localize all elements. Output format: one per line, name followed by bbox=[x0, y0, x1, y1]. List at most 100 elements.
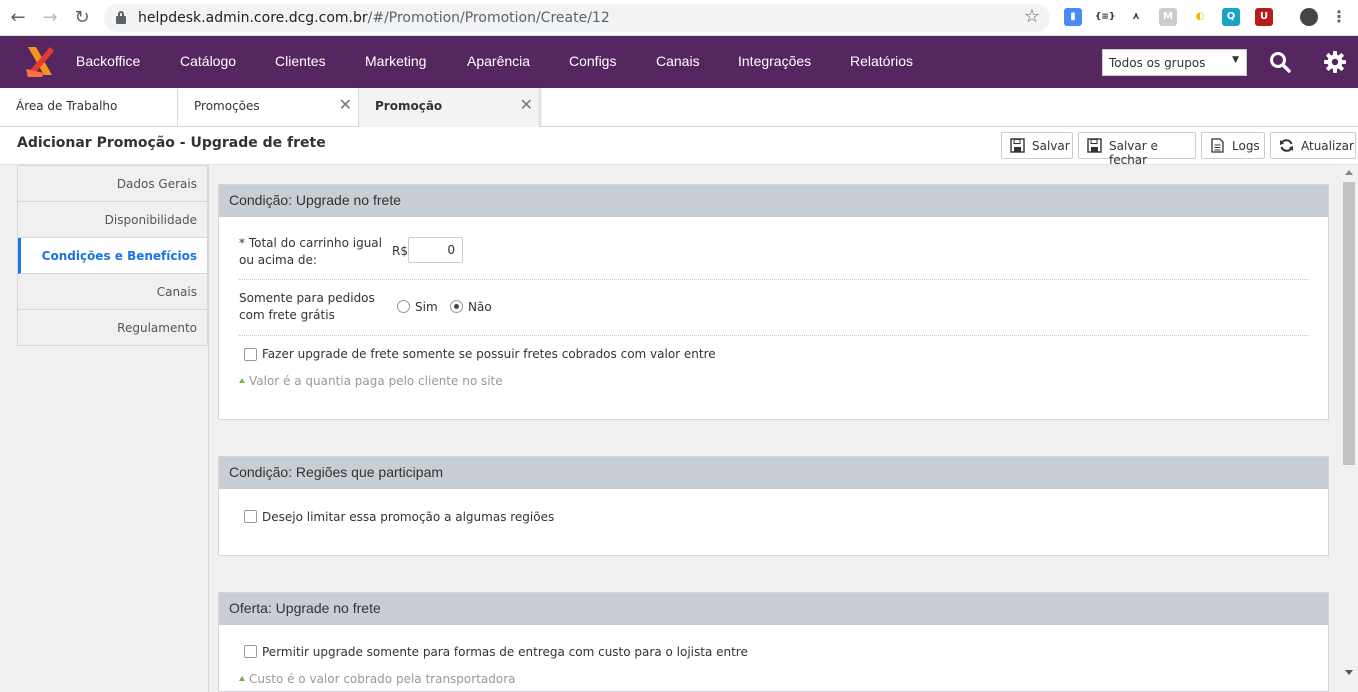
scrollbar-thumb[interactable] bbox=[1343, 182, 1355, 465]
extension-icon[interactable]: ▮ bbox=[1064, 8, 1082, 26]
free-shipping-yes-label: Sim bbox=[415, 300, 438, 314]
hint-text: Custo é o valor cobrado pela transportad… bbox=[239, 672, 516, 686]
nav-marketing[interactable]: Marketing bbox=[365, 53, 426, 69]
floppy-icon bbox=[1010, 138, 1025, 153]
menu-item-condicoes-e-beneficios[interactable]: Condições e Benefícios bbox=[18, 238, 207, 274]
menu-item-dados-gerais[interactable]: Dados Gerais bbox=[18, 166, 207, 202]
top-navigation: Backoffice Catálogo Clientes Marketing A… bbox=[0, 36, 1358, 88]
url-text: helpdesk.admin.core.dcg.com.br/#/Promoti… bbox=[138, 10, 610, 26]
refresh-icon bbox=[1280, 139, 1293, 152]
browser-toolbar: ← → ↻ helpdesk.admin.core.dcg.com.br/#/P… bbox=[0, 0, 1358, 36]
extension-icon[interactable]: Q bbox=[1222, 8, 1240, 26]
nav-backoffice[interactable]: Backoffice bbox=[76, 53, 140, 69]
divider bbox=[239, 279, 1309, 280]
gear-icon[interactable] bbox=[1323, 50, 1347, 74]
close-icon[interactable]: ✕ bbox=[520, 95, 533, 114]
close-icon[interactable]: ✕ bbox=[339, 95, 352, 114]
nav-integracoes[interactable]: Integrações bbox=[738, 53, 811, 69]
menu-icon[interactable]: ⋮ bbox=[1330, 8, 1348, 26]
nav-canais[interactable]: Canais bbox=[656, 53, 700, 69]
panel-title: Condição: Upgrade no frete bbox=[219, 185, 1328, 217]
main-content: Dados Gerais Disponibilidade Condições e… bbox=[0, 165, 1358, 692]
refresh-label: Atualizar bbox=[1301, 139, 1354, 153]
free-shipping-label-line1: Somente para pedidos bbox=[239, 291, 375, 305]
search-icon[interactable] bbox=[1269, 51, 1291, 73]
section-menu: Dados Gerais Disponibilidade Condições e… bbox=[17, 165, 208, 346]
save-and-close-label: Salvar e fechar bbox=[1109, 139, 1158, 167]
menu-item-disponibilidade[interactable]: Disponibilidade bbox=[18, 202, 207, 238]
nav-relatorios[interactable]: Relatórios bbox=[850, 53, 913, 69]
tab-area-de-trabalho[interactable]: Área de Trabalho bbox=[0, 88, 178, 127]
document-icon bbox=[1211, 138, 1224, 153]
hint-text: Valor é a quantia paga pelo cliente no s… bbox=[239, 374, 503, 388]
logs-button[interactable]: Logs bbox=[1201, 132, 1265, 159]
menu-item-regulamento[interactable]: Regulamento bbox=[18, 310, 207, 346]
free-shipping-label-line2: com frete grátis bbox=[239, 308, 335, 322]
floppy-icon bbox=[1087, 138, 1102, 153]
cart-total-label-line2: ou acima de: bbox=[239, 253, 317, 267]
logs-label: Logs bbox=[1232, 139, 1260, 153]
refresh-button[interactable]: Atualizar bbox=[1270, 132, 1356, 159]
forward-icon[interactable]: → bbox=[38, 6, 62, 30]
offer-shipping-upgrade-panel: Oferta: Upgrade no frete Permitir upgrad… bbox=[218, 592, 1329, 692]
avatar[interactable] bbox=[1300, 8, 1318, 26]
cart-total-label: * Total do carrinho igual ou acima de: bbox=[239, 235, 382, 269]
lock-icon bbox=[116, 11, 126, 24]
save-and-close-button[interactable]: Salvar e fechar bbox=[1078, 132, 1196, 167]
save-button[interactable]: Salvar bbox=[1001, 132, 1073, 159]
nav-configs[interactable]: Configs bbox=[569, 53, 616, 69]
carrier-cost-range-label: Permitir upgrade somente para formas de … bbox=[262, 645, 748, 659]
back-icon[interactable]: ← bbox=[6, 6, 30, 30]
scroll-up-icon[interactable] bbox=[1345, 170, 1353, 175]
charged-shipping-range-checkbox[interactable] bbox=[244, 348, 257, 361]
free-shipping-no-radio[interactable] bbox=[450, 300, 463, 313]
tab-label: Área de Trabalho bbox=[16, 99, 118, 113]
free-shipping-yes-radio[interactable] bbox=[397, 300, 410, 313]
caret-up-icon bbox=[239, 676, 245, 681]
extension-icon[interactable]: U bbox=[1255, 8, 1273, 26]
panel-title: Oferta: Upgrade no frete bbox=[219, 593, 1328, 625]
tab-promocoes[interactable]: Promoções ✕ bbox=[178, 88, 359, 127]
tab-label: Promoções bbox=[194, 99, 260, 113]
currency-label: R$ bbox=[392, 244, 408, 258]
bookmark-star-icon[interactable]: ☆ bbox=[1024, 6, 1040, 27]
address-bar[interactable]: helpdesk.admin.core.dcg.com.br/#/Promoti… bbox=[104, 4, 1050, 32]
extension-icon[interactable]: ◐ bbox=[1191, 8, 1209, 26]
divider bbox=[208, 165, 209, 692]
scrollbar[interactable] bbox=[1341, 165, 1358, 692]
free-shipping-no-label: Não bbox=[468, 300, 492, 314]
panel-title: Condição: Regiões que participam bbox=[219, 457, 1328, 489]
nav-aparencia[interactable]: Aparência bbox=[467, 53, 530, 69]
group-select[interactable]: Todos os grupos ▼ bbox=[1102, 49, 1247, 76]
save-button-label: Salvar bbox=[1032, 139, 1070, 153]
menu-item-canais[interactable]: Canais bbox=[18, 274, 207, 310]
divider bbox=[239, 335, 1309, 336]
nav-catalogo[interactable]: Catálogo bbox=[180, 53, 236, 69]
reload-icon[interactable]: ↻ bbox=[70, 6, 94, 30]
cart-total-label-line1: * Total do carrinho igual bbox=[239, 236, 382, 250]
group-select-value: Todos os grupos bbox=[1109, 56, 1206, 70]
tab-promocao[interactable]: Promoção ✕ bbox=[359, 88, 540, 128]
json-extension-icon[interactable]: {≡} bbox=[1095, 8, 1115, 26]
free-shipping-label: Somente para pedidos com frete grátis bbox=[239, 290, 375, 324]
charged-shipping-range-label: Fazer upgrade de frete somente se possui… bbox=[262, 347, 716, 361]
condition-shipping-upgrade-panel: Condição: Upgrade no frete * Total do ca… bbox=[218, 184, 1329, 420]
condition-regions-panel: Condição: Regiões que participam Desejo … bbox=[218, 456, 1329, 556]
workspace-tabs: Área de Trabalho Promoções ✕ Promoção ✕ bbox=[0, 88, 1358, 128]
hint-label: Valor é a quantia paga pelo cliente no s… bbox=[249, 374, 503, 388]
page-header: Adicionar Promoção - Upgrade de frete Sa… bbox=[0, 127, 1358, 167]
caret-down-icon: ▼ bbox=[1232, 55, 1239, 65]
extension-icon[interactable]: M bbox=[1159, 8, 1177, 26]
carrier-cost-range-checkbox[interactable] bbox=[244, 645, 257, 658]
limit-regions-checkbox[interactable] bbox=[244, 510, 257, 523]
caret-up-icon bbox=[239, 378, 245, 383]
nav-clientes[interactable]: Clientes bbox=[275, 53, 326, 69]
page-title: Adicionar Promoção - Upgrade de frete bbox=[17, 135, 326, 151]
hint-label: Custo é o valor cobrado pela transportad… bbox=[249, 672, 516, 686]
tab-label: Promoção bbox=[375, 99, 443, 113]
extension-icon[interactable]: ⋏ bbox=[1127, 8, 1145, 26]
cart-total-input[interactable]: 0 bbox=[408, 237, 463, 263]
logo-icon bbox=[26, 47, 54, 77]
limit-regions-label: Desejo limitar essa promoção a algumas r… bbox=[262, 510, 555, 524]
scroll-down-icon[interactable] bbox=[1345, 670, 1353, 675]
